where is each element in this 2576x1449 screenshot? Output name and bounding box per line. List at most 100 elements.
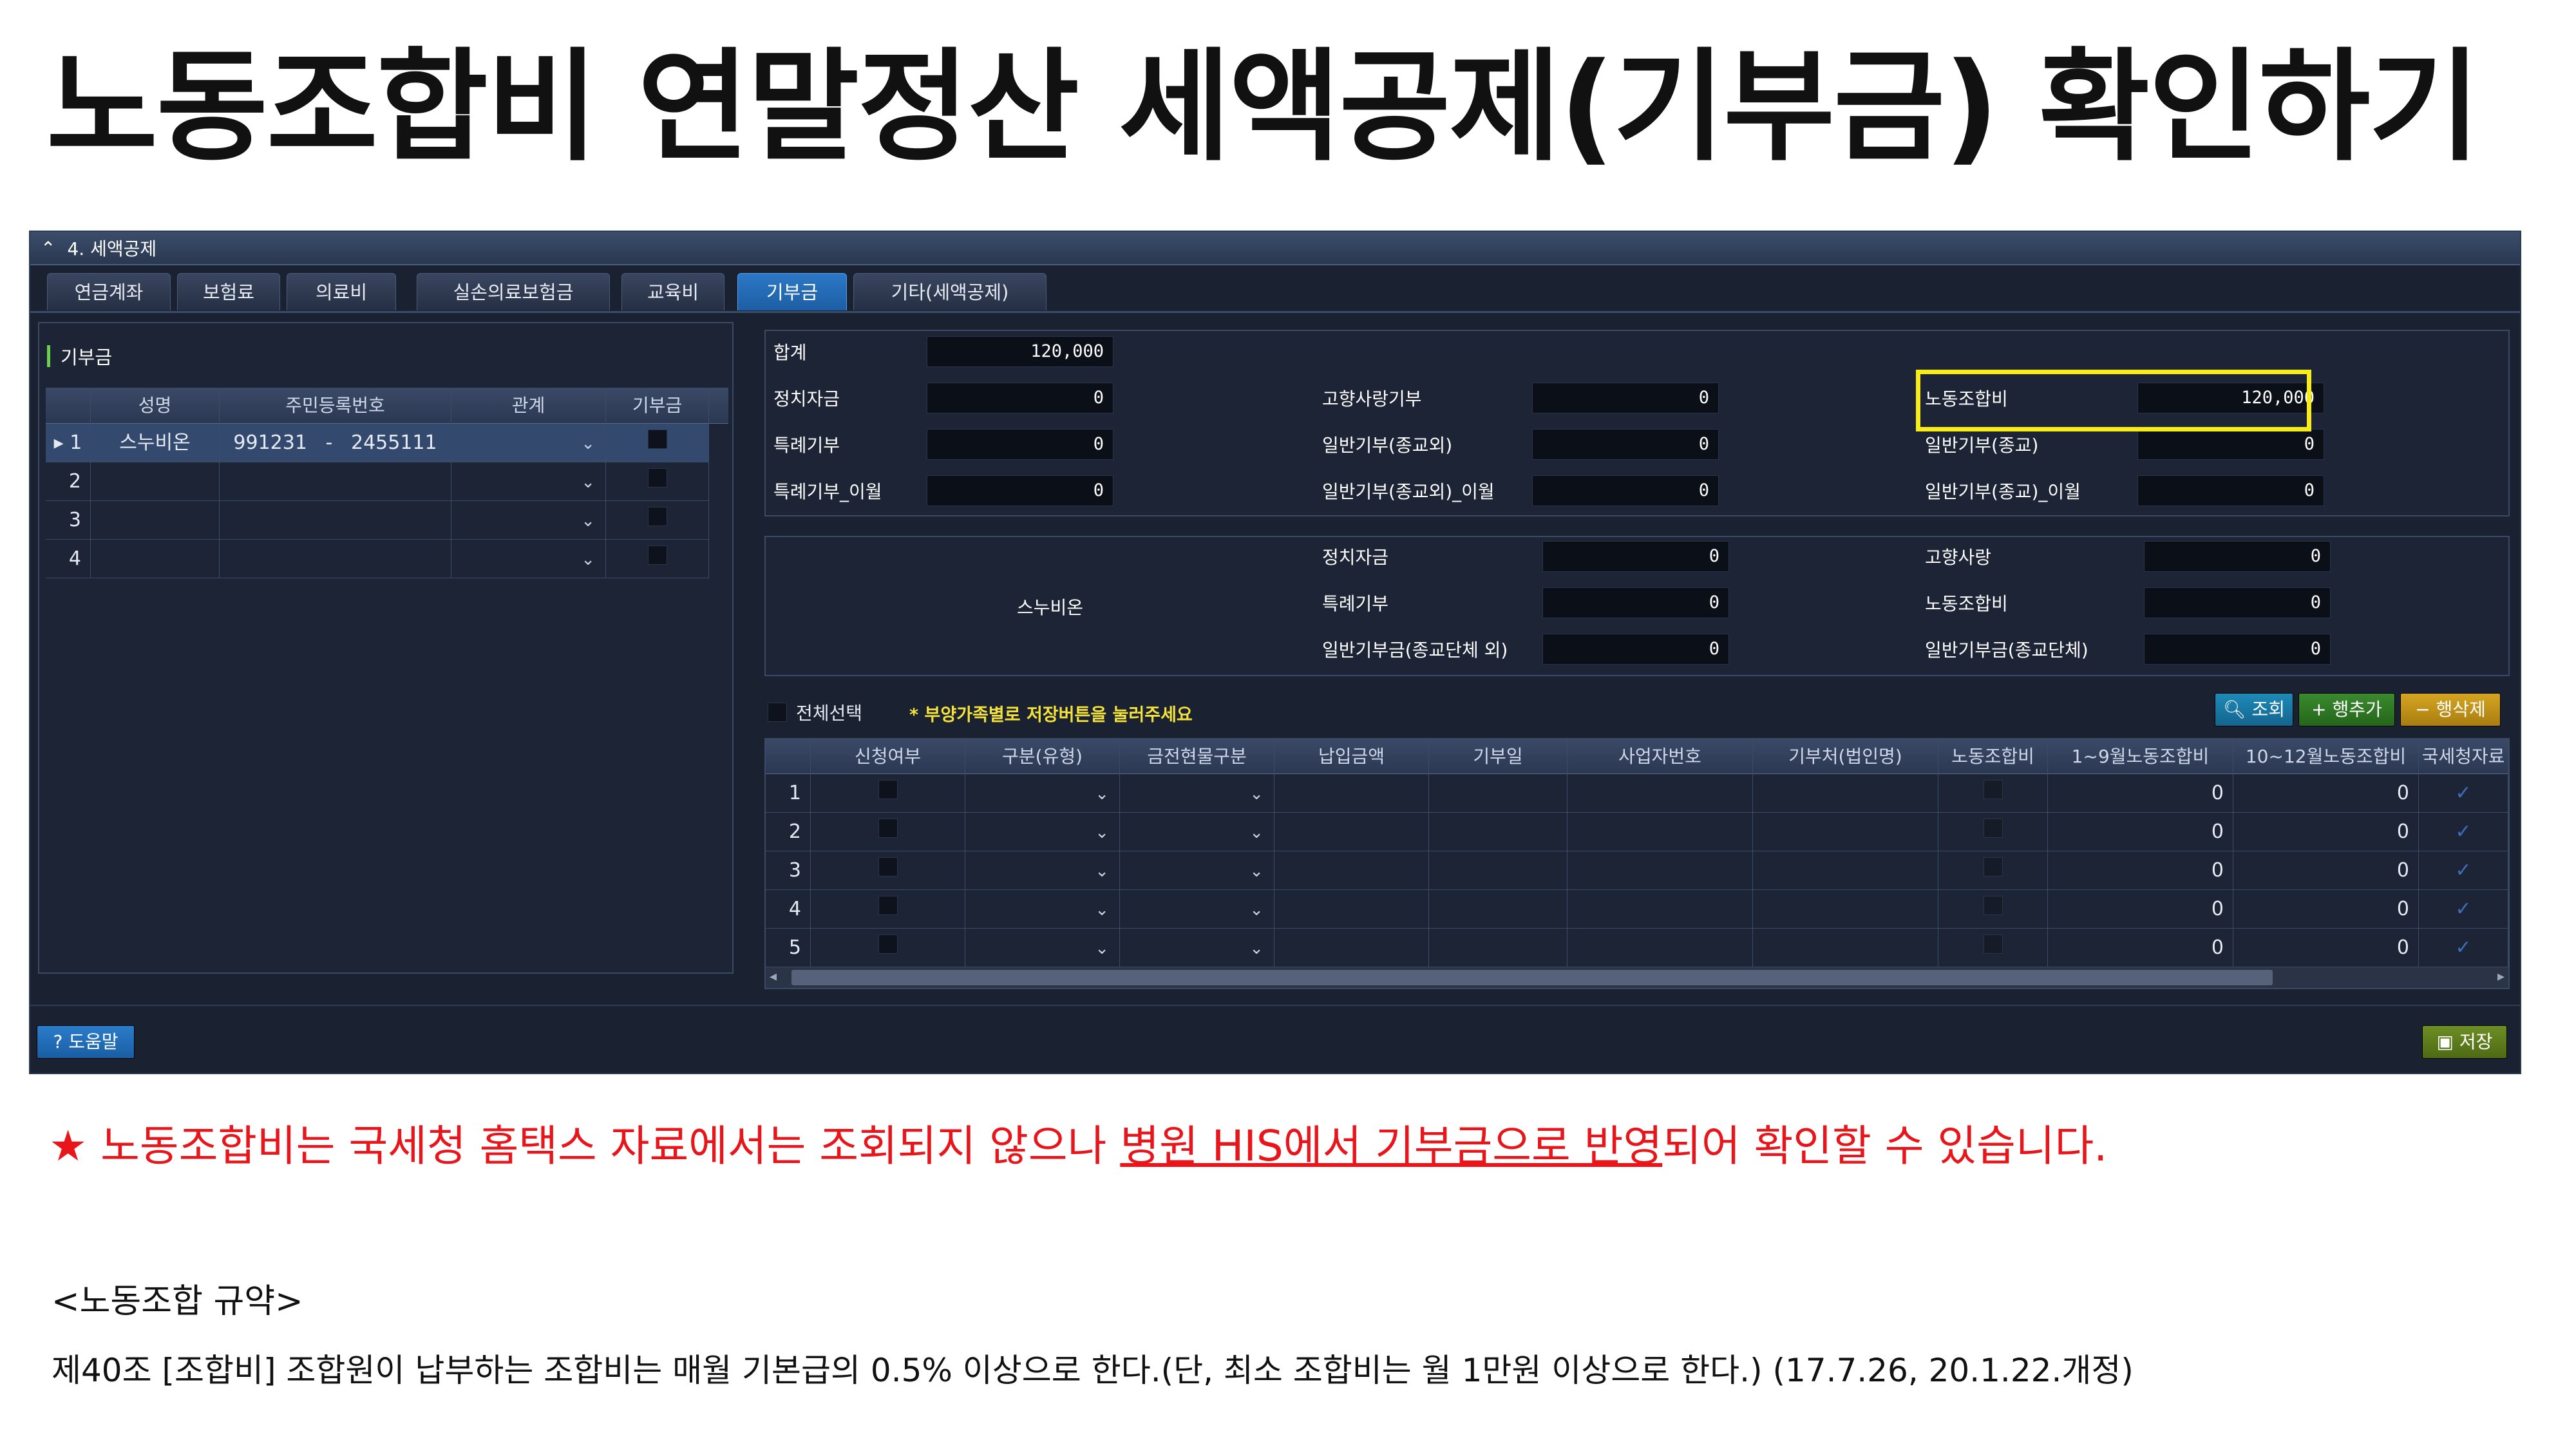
apply-checkbox[interactable] bbox=[811, 929, 965, 967]
table-row[interactable]: 3 ⌄ ⌄ 0 0 ✓ bbox=[766, 851, 2508, 890]
section-header[interactable]: ⌃ 4. 세액공제 bbox=[30, 232, 2520, 265]
amount-cell[interactable] bbox=[1274, 890, 1429, 929]
relation-select[interactable]: ⌄ bbox=[451, 462, 606, 501]
table-row[interactable]: 4 ⌄ bbox=[46, 540, 709, 578]
date-cell[interactable] bbox=[1429, 851, 1567, 890]
amount-cell[interactable] bbox=[1274, 929, 1429, 967]
person-special-donation-field[interactable]: 0 bbox=[1542, 587, 1729, 618]
help-button[interactable]: ? 도움말 bbox=[37, 1025, 135, 1059]
donation-checkbox[interactable] bbox=[606, 501, 709, 540]
cash-kind-select[interactable]: ⌄ bbox=[1120, 851, 1274, 890]
chevron-up-icon[interactable]: ⌃ bbox=[41, 238, 55, 259]
person-union-dues-field[interactable]: 0 bbox=[2144, 587, 2331, 618]
political-fund-field[interactable]: 0 bbox=[927, 383, 1113, 413]
total-field[interactable]: 120,000 bbox=[927, 336, 1113, 367]
save-button[interactable]: ▣ 저장 bbox=[2422, 1025, 2507, 1059]
tab-other-credit[interactable]: 기타(세액공제) bbox=[853, 273, 1046, 310]
corp-name-cell[interactable] bbox=[1753, 851, 1938, 890]
apply-checkbox[interactable] bbox=[811, 851, 965, 890]
name-cell[interactable] bbox=[91, 540, 220, 578]
table-row[interactable]: 2 ⌄ bbox=[46, 462, 709, 501]
cash-kind-select[interactable]: ⌄ bbox=[1120, 929, 1274, 967]
business-no-cell[interactable] bbox=[1567, 851, 1753, 890]
union-dues-oct-dec-cell[interactable]: 0 bbox=[2233, 851, 2419, 890]
special-donation-field[interactable]: 0 bbox=[927, 429, 1113, 460]
name-cell[interactable]: 스누비온 bbox=[91, 424, 220, 462]
name-cell[interactable] bbox=[91, 462, 220, 501]
union-dues-oct-dec-cell[interactable]: 0 bbox=[2233, 813, 2419, 851]
union-dues-oct-dec-cell[interactable]: 0 bbox=[2233, 929, 2419, 967]
horizontal-scrollbar[interactable]: ◂ ▸ bbox=[766, 967, 2508, 988]
person-hometown-field[interactable]: 0 bbox=[2144, 541, 2331, 572]
union-dues-jan-sep-cell[interactable]: 0 bbox=[2048, 929, 2233, 967]
union-dues-checkbox[interactable] bbox=[1938, 774, 2048, 813]
union-dues-jan-sep-cell[interactable]: 0 bbox=[2048, 851, 2233, 890]
corp-name-cell[interactable] bbox=[1753, 813, 1938, 851]
type-select[interactable]: ⌄ bbox=[965, 890, 1120, 929]
relation-select[interactable]: ⌄ bbox=[451, 424, 606, 462]
tab-medical[interactable]: 의료비 bbox=[287, 273, 396, 310]
rrn-cell[interactable] bbox=[220, 540, 451, 578]
tab-donation[interactable]: 기부금 bbox=[737, 273, 847, 310]
tab-insurance[interactable]: 보험료 bbox=[177, 273, 280, 310]
select-all-control[interactable]: 전체선택 bbox=[768, 699, 862, 725]
corp-name-cell[interactable] bbox=[1753, 774, 1938, 813]
corp-name-cell[interactable] bbox=[1753, 929, 1938, 967]
date-cell[interactable] bbox=[1429, 929, 1567, 967]
table-row[interactable]: 3 ⌄ bbox=[46, 501, 709, 540]
hometown-donation-field[interactable]: 0 bbox=[1532, 383, 1719, 413]
person-general-nonreligious-field[interactable]: 0 bbox=[1542, 634, 1729, 665]
rrn-cell[interactable]: 991231 - 2455111 bbox=[220, 424, 451, 462]
scrollbar-thumb[interactable] bbox=[791, 970, 2273, 985]
donation-checkbox[interactable] bbox=[606, 540, 709, 578]
select-all-checkbox[interactable] bbox=[768, 703, 787, 722]
table-row[interactable]: ▸ 1 스누비온 991231 - 2455111 ⌄ bbox=[46, 424, 709, 462]
date-cell[interactable] bbox=[1429, 774, 1567, 813]
rrn-cell[interactable] bbox=[220, 501, 451, 540]
person-political-fund-field[interactable]: 0 bbox=[1542, 541, 1729, 572]
tab-pension[interactable]: 연금계좌 bbox=[47, 273, 171, 310]
delete-row-button[interactable]: − 행삭제 bbox=[2400, 693, 2501, 726]
business-no-cell[interactable] bbox=[1567, 890, 1753, 929]
scroll-left-icon[interactable]: ◂ bbox=[770, 969, 777, 985]
donation-checkbox[interactable] bbox=[606, 424, 709, 462]
corp-name-cell[interactable] bbox=[1753, 890, 1938, 929]
type-select[interactable]: ⌄ bbox=[965, 851, 1120, 890]
apply-checkbox[interactable] bbox=[811, 813, 965, 851]
union-dues-checkbox[interactable] bbox=[1938, 813, 2048, 851]
union-dues-jan-sep-cell[interactable]: 0 bbox=[2048, 774, 2233, 813]
scroll-right-icon[interactable]: ▸ bbox=[2497, 969, 2505, 985]
amount-cell[interactable] bbox=[1274, 813, 1429, 851]
add-row-button[interactable]: + 행추가 bbox=[2298, 693, 2395, 726]
union-dues-jan-sep-cell[interactable]: 0 bbox=[2048, 890, 2233, 929]
union-dues-jan-sep-cell[interactable]: 0 bbox=[2048, 813, 2233, 851]
type-select[interactable]: ⌄ bbox=[965, 929, 1120, 967]
date-cell[interactable] bbox=[1429, 890, 1567, 929]
general-donation-religious-field[interactable]: 0 bbox=[2137, 429, 2324, 460]
tab-education[interactable]: 교육비 bbox=[621, 273, 724, 310]
business-no-cell[interactable] bbox=[1567, 813, 1753, 851]
business-no-cell[interactable] bbox=[1567, 774, 1753, 813]
amount-cell[interactable] bbox=[1274, 851, 1429, 890]
cash-kind-select[interactable]: ⌄ bbox=[1120, 890, 1274, 929]
apply-checkbox[interactable] bbox=[811, 774, 965, 813]
union-dues-oct-dec-cell[interactable]: 0 bbox=[2233, 890, 2419, 929]
general-donation-nonreligious-carryover-field[interactable]: 0 bbox=[1532, 475, 1719, 506]
relation-select[interactable]: ⌄ bbox=[451, 501, 606, 540]
union-dues-oct-dec-cell[interactable]: 0 bbox=[2233, 774, 2419, 813]
person-general-religious-field[interactable]: 0 bbox=[2144, 634, 2331, 665]
apply-checkbox[interactable] bbox=[811, 890, 965, 929]
type-select[interactable]: ⌄ bbox=[965, 774, 1120, 813]
relation-select[interactable]: ⌄ bbox=[451, 540, 606, 578]
union-dues-checkbox[interactable] bbox=[1938, 929, 2048, 967]
table-row[interactable]: 4 ⌄ ⌄ 0 0 ✓ bbox=[766, 890, 2508, 929]
cash-kind-select[interactable]: ⌄ bbox=[1120, 774, 1274, 813]
union-dues-checkbox[interactable] bbox=[1938, 890, 2048, 929]
table-row[interactable]: 2 ⌄ ⌄ 0 0 ✓ bbox=[766, 813, 2508, 851]
donation-checkbox[interactable] bbox=[606, 462, 709, 501]
query-button[interactable]: 🔍︎ 조회 bbox=[2215, 693, 2293, 726]
tab-medical-insurance[interactable]: 실손의료보험금 bbox=[417, 273, 610, 310]
type-select[interactable]: ⌄ bbox=[965, 813, 1120, 851]
cash-kind-select[interactable]: ⌄ bbox=[1120, 813, 1274, 851]
date-cell[interactable] bbox=[1429, 813, 1567, 851]
